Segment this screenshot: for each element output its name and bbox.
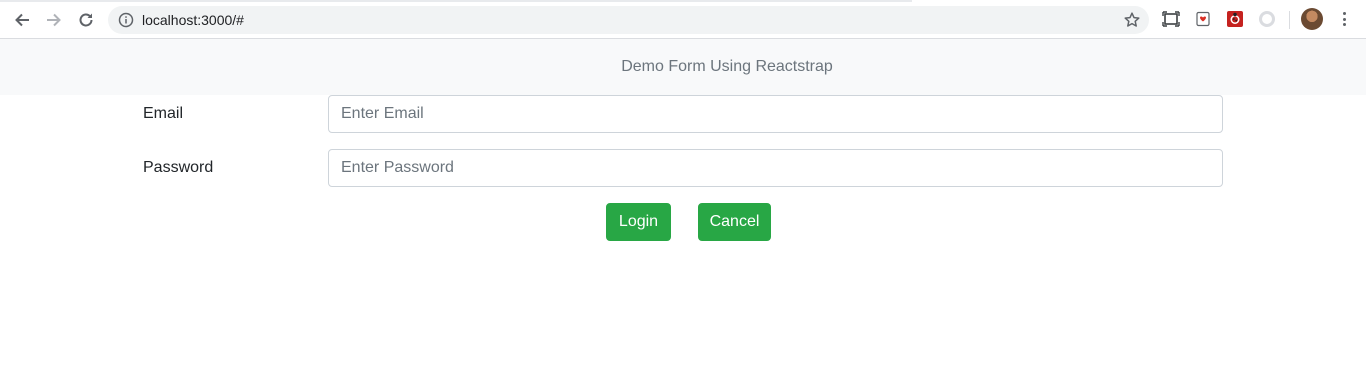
- email-field[interactable]: [328, 95, 1223, 133]
- more-menu-icon[interactable]: [1336, 10, 1352, 28]
- dark-mode-extension-icon[interactable]: [1258, 10, 1276, 28]
- ladybug-extension-icon[interactable]: [1226, 10, 1244, 28]
- url-text[interactable]: localhost:3000/#: [142, 12, 244, 28]
- forward-icon[interactable]: [40, 6, 68, 34]
- back-icon[interactable]: [8, 6, 36, 34]
- login-button[interactable]: Login: [606, 203, 671, 241]
- pocket-extension-icon[interactable]: [1194, 10, 1212, 28]
- browser-toolbar: localhost:3000/#: [0, 0, 1366, 39]
- password-label: Password: [143, 159, 214, 176]
- info-icon[interactable]: [118, 12, 134, 28]
- tab-strip-edge: [0, 0, 912, 2]
- bookmark-star-icon[interactable]: [1123, 11, 1141, 29]
- screenshot-extension-icon[interactable]: [1162, 10, 1180, 28]
- profile-avatar[interactable]: [1301, 8, 1323, 30]
- reload-icon[interactable]: [72, 6, 100, 34]
- password-form-group: Password: [0, 149, 1366, 187]
- toolbar-divider: [1289, 11, 1290, 29]
- page-navbar: Demo Form Using Reactstrap: [0, 39, 1366, 95]
- email-form-group: Email: [0, 95, 1366, 133]
- navbar-brand[interactable]: Demo Form Using Reactstrap: [533, 58, 833, 76]
- email-label: Email: [143, 105, 184, 122]
- address-bar[interactable]: localhost:3000/#: [108, 6, 1149, 34]
- password-field[interactable]: [328, 149, 1223, 187]
- cancel-button[interactable]: Cancel: [698, 203, 771, 241]
